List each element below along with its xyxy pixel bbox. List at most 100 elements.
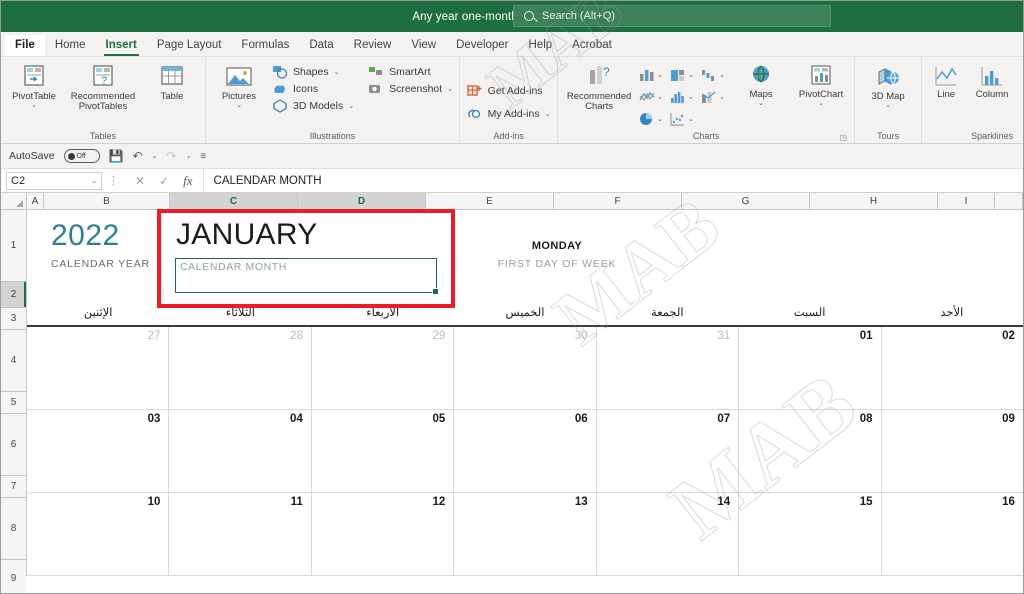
hierarchy-chart-button[interactable]: ⌄ xyxy=(669,64,699,85)
day-cell[interactable]: 01 xyxy=(739,327,882,409)
pictures-caret[interactable]: ⌄ xyxy=(236,102,242,109)
icons-button[interactable]: Icons xyxy=(272,82,354,96)
screenshot-caret[interactable]: ⌄ xyxy=(447,85,453,93)
search-input[interactable]: Search (Alt+Q) xyxy=(513,5,831,27)
tab-page-layout[interactable]: Page Layout xyxy=(147,35,232,56)
day-cell[interactable]: 28 xyxy=(169,327,312,409)
statistic-chart-caret[interactable]: ⌄ xyxy=(688,93,694,101)
undo-icon[interactable]: ↶ xyxy=(133,149,143,163)
3d-map-button[interactable]: 3D Map ⌄ xyxy=(859,62,917,111)
hierarchy-chart-caret[interactable]: ⌄ xyxy=(688,71,694,79)
day-cell[interactable]: 15 xyxy=(739,493,882,575)
3d-models-caret[interactable]: ⌄ xyxy=(348,102,354,110)
column-header-c[interactable]: C xyxy=(170,193,298,209)
day-cell[interactable]: 02 xyxy=(882,327,1023,409)
undo-caret[interactable]: ⌄ xyxy=(152,152,158,160)
day-cell[interactable]: 07 xyxy=(597,410,740,492)
tab-formulas[interactable]: Formulas xyxy=(231,35,299,56)
recommended-charts-button[interactable]: ? Recommended Charts xyxy=(562,62,636,114)
customize-qat-icon[interactable]: ≡ xyxy=(200,151,206,162)
tab-help[interactable]: Help xyxy=(519,35,563,56)
shapes-caret[interactable]: ⌄ xyxy=(334,68,340,76)
day-cell[interactable]: 08 xyxy=(739,410,882,492)
pivotchart-button[interactable]: PivotChart ⌄ xyxy=(792,62,850,109)
column-header-g[interactable]: G xyxy=(682,193,810,209)
tab-file[interactable]: File xyxy=(5,35,45,56)
row-header-5[interactable]: 5 xyxy=(1,392,26,414)
column-header-f[interactable]: F xyxy=(554,193,682,209)
day-cell[interactable]: 16 xyxy=(882,493,1023,575)
3d-models-button[interactable]: 3D Models ⌄ xyxy=(272,99,354,113)
column-chart-button[interactable]: ⌄ xyxy=(638,64,668,85)
recommended-pivottables-button[interactable]: ? Recommended PivotTables xyxy=(65,62,141,114)
pie-chart-caret[interactable]: ⌄ xyxy=(657,115,663,123)
redo-caret[interactable]: ⌄ xyxy=(186,152,192,160)
autosave-toggle[interactable]: Off xyxy=(63,149,100,163)
row-header-4[interactable]: 4 xyxy=(1,330,26,392)
scatter-chart-button[interactable]: ⌄ xyxy=(669,108,699,129)
line-chart-button[interactable]: ⌄ xyxy=(638,86,668,107)
day-cell[interactable]: 29 xyxy=(312,327,455,409)
day-cell[interactable]: 31 xyxy=(597,327,740,409)
line-chart-caret[interactable]: ⌄ xyxy=(657,93,663,101)
tab-insert[interactable]: Insert xyxy=(96,35,147,56)
column-header-d[interactable]: D xyxy=(298,193,426,209)
tab-developer[interactable]: Developer xyxy=(446,35,518,56)
day-cell[interactable]: 04 xyxy=(169,410,312,492)
day-cell[interactable]: 06 xyxy=(454,410,597,492)
day-cell[interactable]: 03 xyxy=(27,410,170,492)
day-cell[interactable]: 30 xyxy=(454,327,597,409)
day-cell[interactable]: 10 xyxy=(27,493,170,575)
day-cell[interactable]: 13 xyxy=(454,493,597,575)
tab-home[interactable]: Home xyxy=(45,35,96,56)
tab-review[interactable]: Review xyxy=(344,35,402,56)
save-icon[interactable]: 💾 xyxy=(109,149,124,163)
get-addins-button[interactable]: Get Add-ins xyxy=(466,84,551,98)
scatter-chart-caret[interactable]: ⌄ xyxy=(688,115,694,123)
sparkline-line-button[interactable]: Line xyxy=(926,62,966,102)
combo-chart-caret[interactable]: ⌄ xyxy=(719,93,725,101)
day-cell[interactable]: 09 xyxy=(882,410,1023,492)
tab-data[interactable]: Data xyxy=(299,35,343,56)
name-box[interactable]: C2 ⌄ xyxy=(6,171,102,190)
insert-function-icon[interactable]: fx xyxy=(183,173,192,189)
row-header-8[interactable]: 8 xyxy=(1,498,26,560)
name-box-caret[interactable]: ⌄ xyxy=(91,177,97,185)
row-header-1[interactable]: 1 xyxy=(1,210,26,282)
cancel-icon[interactable]: ✕ xyxy=(135,174,145,188)
maps-caret[interactable]: ⌄ xyxy=(758,100,764,107)
calendar-month-input-cell[interactable]: CALENDAR MONTH xyxy=(175,258,439,295)
row-header-3[interactable]: 3 xyxy=(1,308,26,330)
column-header-extra[interactable] xyxy=(995,193,1023,209)
sparkline-winloss-button[interactable]: Win/ Loss xyxy=(1018,62,1023,112)
charts-dialog-launcher-icon[interactable]: ◳ xyxy=(840,133,848,142)
statistic-chart-button[interactable]: ⌄ xyxy=(669,86,699,107)
day-cell[interactable]: 12 xyxy=(312,493,455,575)
smartart-button[interactable]: SmartArt xyxy=(368,65,453,79)
column-header-i[interactable]: I xyxy=(938,193,995,209)
column-chart-caret[interactable]: ⌄ xyxy=(657,71,663,79)
waterfall-chart-caret[interactable]: ⌄ xyxy=(719,71,725,79)
waterfall-chart-button[interactable]: ⌄ xyxy=(700,64,730,85)
column-header-h[interactable]: H xyxy=(810,193,938,209)
combo-chart-button[interactable]: ⌄ xyxy=(700,86,730,107)
day-cell[interactable]: 14 xyxy=(597,493,740,575)
redo-icon[interactable]: ↷ xyxy=(166,149,176,163)
screenshot-button[interactable]: Screenshot ⌄ xyxy=(368,82,453,96)
3d-map-caret[interactable]: ⌄ xyxy=(885,102,891,109)
sparkline-column-button[interactable]: Column xyxy=(968,62,1016,102)
pictures-button[interactable]: Pictures ⌄ xyxy=(210,62,268,111)
row-header-6[interactable]: 6 xyxy=(1,414,26,476)
day-cell[interactable]: 11 xyxy=(169,493,312,575)
day-cell[interactable]: 05 xyxy=(312,410,455,492)
select-all-corner[interactable] xyxy=(1,193,27,209)
pivottable-caret[interactable]: ⌄ xyxy=(31,102,37,109)
column-header-a[interactable]: A xyxy=(27,193,44,209)
formula-input[interactable]: CALENDAR MONTH xyxy=(202,169,1023,192)
table-button[interactable]: Table xyxy=(143,62,201,104)
pivotchart-caret[interactable]: ⌄ xyxy=(818,100,824,107)
pie-chart-button[interactable]: ⌄ xyxy=(638,108,668,129)
my-addins-caret[interactable]: ⌄ xyxy=(545,110,551,118)
maps-button[interactable]: Maps ⌄ xyxy=(732,62,790,109)
shapes-button[interactable]: Shapes ⌄ xyxy=(272,65,354,79)
